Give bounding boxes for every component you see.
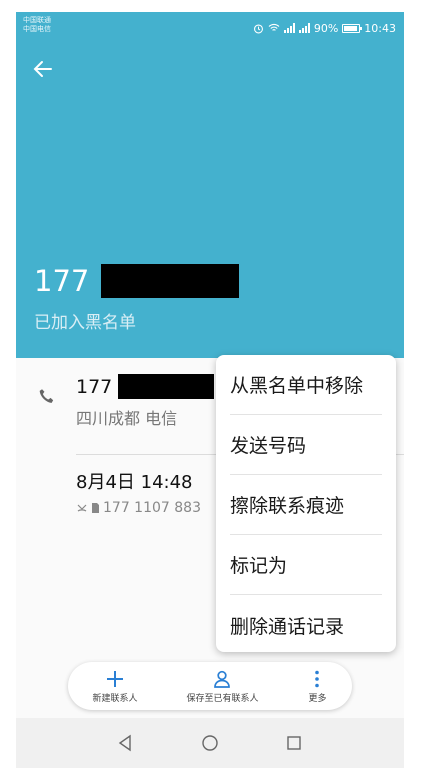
- call-date: 8月4日 14:48: [76, 472, 193, 493]
- alarm-icon: [253, 23, 263, 33]
- signal-2-icon: [298, 23, 310, 33]
- system-nav-bar: [16, 718, 404, 768]
- nav-back-button[interactable]: [114, 731, 138, 755]
- carrier-1: 中国联通: [23, 16, 51, 24]
- overflow-menu: 从黑名单中移除 发送号码 擦除联系痕迹 标记为 删除通话记录: [216, 355, 396, 652]
- status-icons: 90% 10:43: [253, 20, 396, 36]
- number-location: 四川成都 电信: [76, 409, 178, 428]
- square-recents-icon: [287, 736, 301, 750]
- header-phone-number: 177: [34, 264, 240, 298]
- phone-handset-icon[interactable]: [36, 386, 58, 408]
- save-existing-label: 保存至已有联系人: [186, 693, 259, 704]
- signal-1-icon: [283, 23, 295, 33]
- save-existing-contact-button[interactable]: 保存至已有联系人: [186, 669, 259, 704]
- nav-home-button[interactable]: [198, 731, 222, 755]
- call-log-number: 177 1107 883: [103, 500, 201, 516]
- battery-icon: [342, 23, 363, 33]
- wifi-icon: [268, 23, 280, 31]
- menu-item-remove-from-blacklist[interactable]: 从黑名单中移除: [230, 355, 382, 415]
- menu-item-delete-call-log[interactable]: 删除通话记录: [230, 595, 382, 655]
- triangle-back-icon: [118, 734, 131, 752]
- number-row[interactable]: 177 四川成都 电信: [76, 374, 215, 429]
- bottom-action-bar: 新建联系人 保存至已有联系人 更多: [68, 662, 352, 710]
- new-contact-label: 新建联系人: [92, 693, 138, 704]
- more-button[interactable]: 更多: [307, 669, 327, 704]
- more-vertical-icon: [315, 670, 320, 687]
- carrier-info: 中国联通 中国电信: [23, 16, 51, 34]
- contact-header: 中国联通 中国电信 90% 10:43 177 已加入黑名单: [16, 12, 404, 358]
- more-label: 更多: [308, 693, 327, 704]
- phone-screen: 中国联通 中国电信 90% 10:43 177 已加入黑名单 177 四川成都 …: [16, 12, 404, 768]
- blacklist-status: 已加入黑名单: [34, 313, 136, 333]
- redaction-bar-small: [118, 374, 215, 399]
- nav-recents-button[interactable]: [282, 731, 306, 755]
- circle-home-icon: [202, 735, 218, 751]
- plus-icon: [106, 670, 123, 687]
- detail-number: 177: [76, 374, 215, 399]
- battery-percent: 90%: [313, 21, 339, 35]
- menu-item-mark-as[interactable]: 标记为: [230, 535, 382, 595]
- detail-number-prefix: 177: [76, 375, 113, 398]
- call-log-entry[interactable]: 8月4日 14:48 177 1107 883: [76, 468, 201, 516]
- person-icon: [214, 670, 231, 688]
- sim-card-icon: [92, 503, 99, 513]
- back-arrow-icon[interactable]: [30, 56, 56, 82]
- header-number-prefix: 177: [34, 264, 90, 298]
- call-log-detail: 177 1107 883: [76, 500, 201, 516]
- menu-item-send-number[interactable]: 发送号码: [230, 415, 382, 475]
- clock: 10:43: [364, 21, 396, 35]
- missed-call-icon: [77, 504, 87, 512]
- new-contact-button[interactable]: 新建联系人: [92, 669, 138, 704]
- menu-item-erase-traces[interactable]: 擦除联系痕迹: [230, 475, 382, 535]
- status-bar: 中国联通 中国电信 90% 10:43: [16, 12, 404, 42]
- redaction-bar: [101, 264, 240, 298]
- carrier-2: 中国电信: [23, 25, 51, 33]
